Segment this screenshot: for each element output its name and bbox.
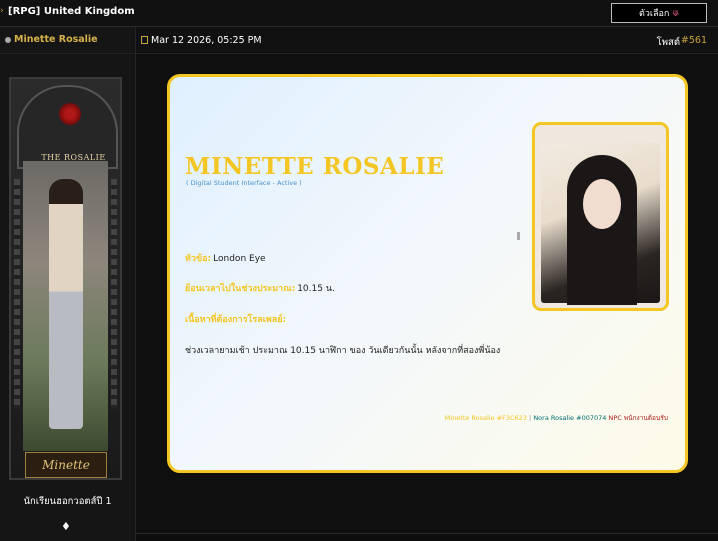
character-photo: [532, 122, 669, 311]
scroll-handle[interactable]: [517, 232, 520, 240]
character-card: MINETTE ROSALIE ( Digital Student Interf…: [167, 74, 688, 473]
rune-border-left: [14, 179, 20, 409]
roleplay-content: ช่วงเวลายามเช้า ประมาณ 10.15 นาฬิกา ของ …: [185, 346, 501, 356]
field-time-label: ย้อนเวลาไปในช่วงประมาณ:: [185, 284, 296, 294]
photo-image: [541, 143, 660, 305]
post-date: Mar 12 2026, 05:25 PM: [151, 35, 262, 46]
color-legend: Minette Rosalie #F3C623 | Nora Rosalie #…: [445, 413, 668, 423]
online-status-icon: [5, 37, 11, 43]
tag-separator: |: [529, 414, 532, 422]
forum-title[interactable]: [RPG] United Kingdom: [8, 6, 135, 17]
post-number-link[interactable]: #561: [681, 35, 707, 46]
post-divider: [136, 533, 718, 534]
banner-arch: THE ROSALIE: [17, 85, 118, 169]
character-portrait: [23, 161, 108, 451]
forum-topbar: › [RPG] United Kingdom ตัวเลือก ⟱: [0, 0, 718, 27]
field-time: ย้อนเวลาไปในช่วงประมาณ: 10.15 น.: [185, 281, 335, 295]
photo-face: [583, 179, 621, 229]
field-content: เนื้อหาที่ต้องการโรลเพลย์:: [185, 312, 288, 326]
tag-npc-note: พนักงานต้อนรับ: [623, 414, 668, 422]
signature-plate: Minette: [25, 452, 107, 478]
card-subtitle: ( Digital Student Interface - Active ): [186, 179, 302, 187]
options-label: ตัวเลือก: [638, 9, 670, 19]
chevron-down-icon: ⟱: [672, 8, 680, 18]
character-name: MINETTE ROSALIE: [185, 153, 445, 180]
field-topic-value: London Eye: [213, 254, 266, 264]
rose-emblem-icon: [59, 103, 81, 125]
tag-nora: Nora Rosalie #007074: [533, 414, 607, 422]
tag-npc: NPC: [608, 414, 622, 422]
options-button[interactable]: ตัวเลือก ⟱: [611, 3, 707, 23]
diamond-icon: ♦: [61, 520, 71, 533]
post-document-icon: [141, 36, 148, 44]
post-body: MINETTE ROSALIE ( Digital Student Interf…: [136, 54, 718, 534]
field-topic-label: หัวข้อ:: [185, 254, 212, 264]
rune-border-right: [111, 179, 117, 409]
signature-icon: Minette: [42, 458, 90, 472]
username-link[interactable]: Minette Rosalie: [14, 34, 98, 45]
user-avatar[interactable]: THE ROSALIE Minette: [9, 77, 122, 480]
field-time-value: 10.15 น.: [297, 284, 335, 294]
field-content-label: เนื้อหาที่ต้องการโรลเพลย์:: [185, 315, 287, 325]
photo-hair: [567, 155, 637, 305]
user-sidebar: Minette Rosalie THE ROSALIE Minette นักเ…: [0, 27, 136, 541]
field-topic: หัวข้อ: London Eye: [185, 251, 266, 265]
user-row: Minette Rosalie: [0, 27, 135, 54]
post-header: Mar 12 2026, 05:25 PM โพสต์ #561: [136, 27, 718, 54]
user-rank: นักเรียนฮอกวอตส์ปี 1: [23, 496, 112, 507]
tag-minette: Minette Rosalie #F3C623: [444, 414, 527, 422]
post-label: โพสต์: [656, 37, 680, 48]
character-figure: [49, 179, 83, 429]
breadcrumb-arrow-icon: ›: [0, 6, 4, 16]
